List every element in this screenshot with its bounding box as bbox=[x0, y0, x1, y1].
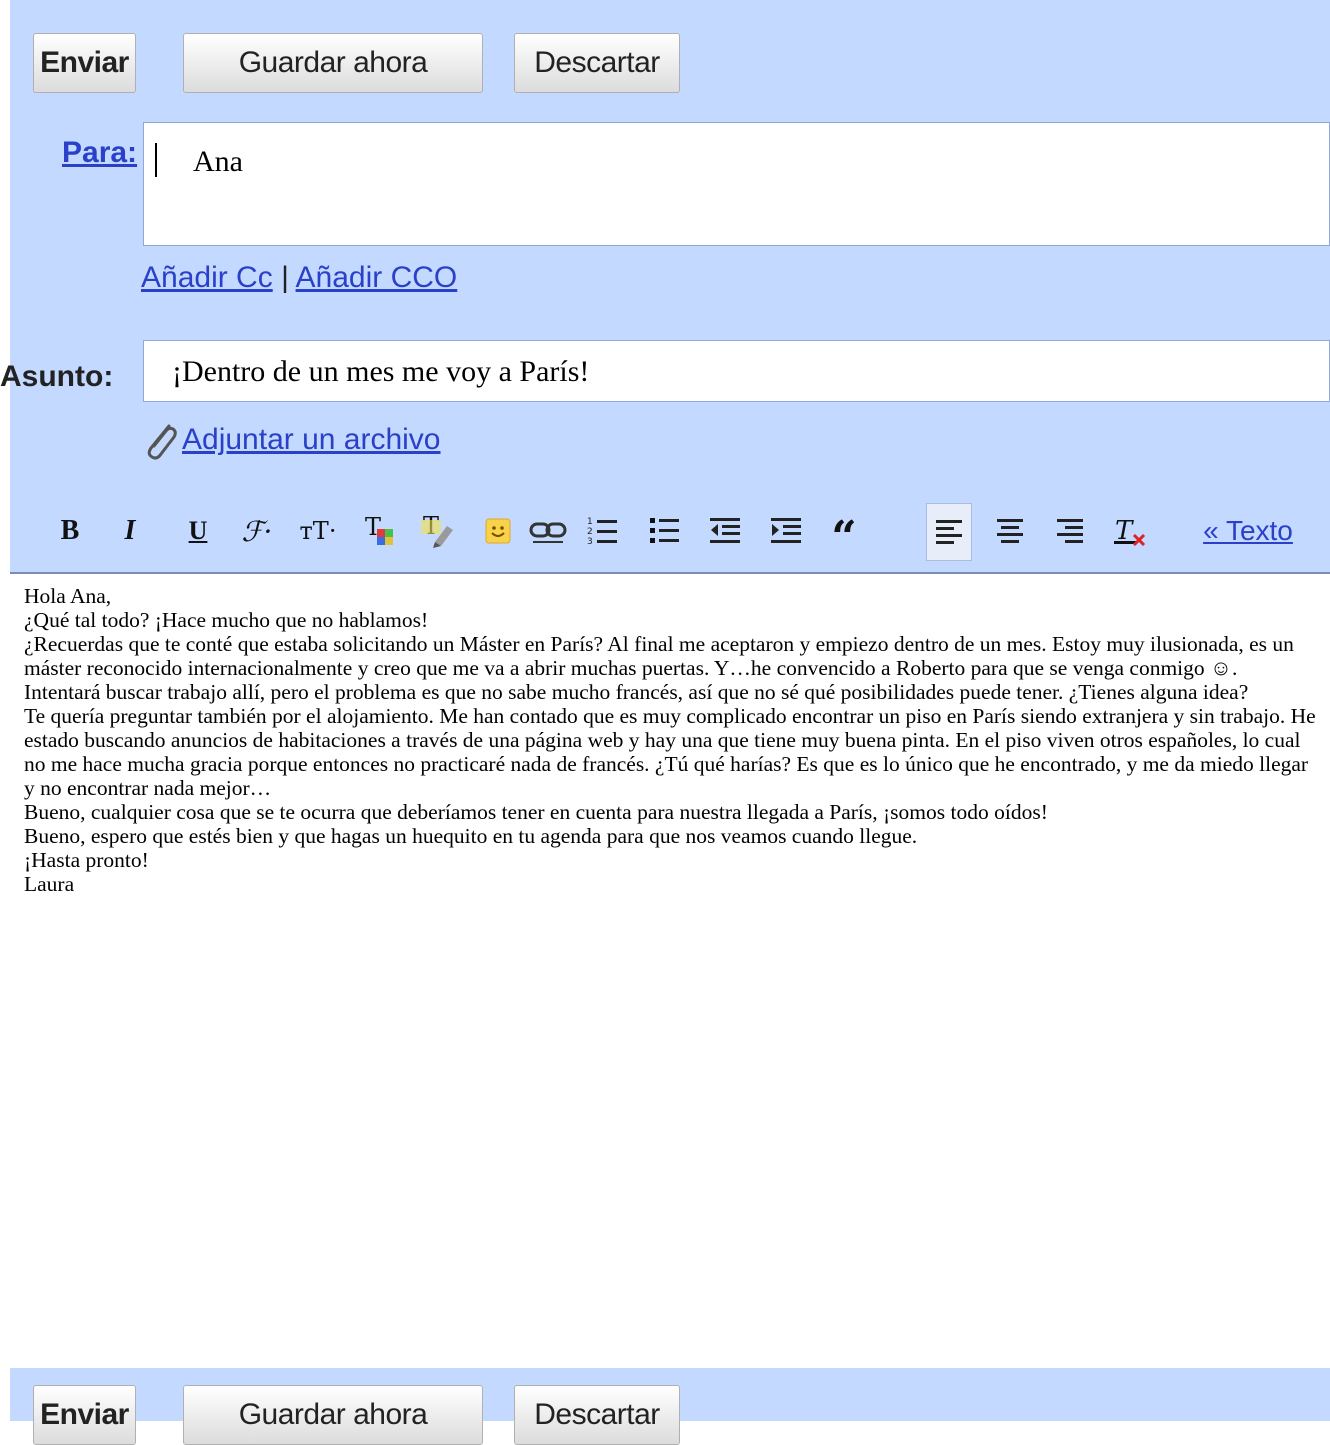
attach-row[interactable]: Adjuntar un archivo bbox=[141, 418, 441, 462]
subject-label: Asunto: bbox=[0, 360, 114, 393]
italic-icon[interactable]: I bbox=[113, 508, 147, 554]
cc-links: Añadir Cc | Añadir CCO bbox=[141, 261, 457, 295]
send-button-bottom[interactable]: Enviar bbox=[33, 1385, 136, 1445]
bulleted-list-icon[interactable] bbox=[647, 508, 683, 554]
quote-icon[interactable]: “ bbox=[826, 508, 862, 560]
text-cursor bbox=[155, 143, 157, 177]
compose-panel: Enviar Guardar ahora Descartar Para: Ana… bbox=[0, 0, 1330, 1445]
text-color-icon[interactable]: T bbox=[362, 508, 398, 554]
quote-glyph: “ bbox=[831, 512, 857, 563]
save-now-button-bottom[interactable]: Guardar ahora bbox=[183, 1385, 483, 1445]
save-now-button[interactable]: Guardar ahora bbox=[183, 33, 483, 93]
link-icon[interactable] bbox=[528, 508, 568, 554]
svg-text:3: 3 bbox=[587, 537, 593, 547]
indent-less-icon[interactable] bbox=[707, 508, 743, 554]
discard-button-bottom[interactable]: Descartar bbox=[514, 1385, 680, 1445]
font-icon[interactable]: ℱ· bbox=[233, 508, 281, 554]
plain-text-link[interactable]: « Texto bbox=[1192, 508, 1304, 554]
bold-glyph: B bbox=[60, 515, 80, 546]
italic-glyph: I bbox=[124, 515, 136, 546]
indent-more-icon[interactable] bbox=[768, 508, 804, 554]
add-bcc-link[interactable]: Añadir CCO bbox=[296, 261, 458, 294]
plain-text-link-label: « Texto bbox=[1203, 515, 1293, 546]
font-size-icon[interactable]: тТ· bbox=[292, 508, 344, 554]
body-line: ¡Hasta pronto! bbox=[24, 848, 149, 872]
highlight-color-icon[interactable]: T bbox=[420, 508, 458, 554]
message-body[interactable]: Hola Ana, ¿Qué tal todo? ¡Hace mucho que… bbox=[10, 572, 1330, 1368]
body-line: Hola Ana, bbox=[24, 584, 112, 608]
underline-icon[interactable]: U bbox=[183, 508, 213, 554]
underline-glyph: U bbox=[188, 516, 208, 545]
font-glyph: ℱ· bbox=[241, 514, 273, 548]
subject-field[interactable]: ¡Dentro de un mes me voy a París! bbox=[143, 340, 1330, 402]
body-line: Te quería preguntar también por el aloja… bbox=[24, 704, 1316, 800]
attach-file-link[interactable]: Adjuntar un archivo bbox=[182, 423, 441, 457]
align-right-icon[interactable] bbox=[1052, 508, 1088, 554]
body-line: ¿Recuerdas que te conté que estaba solic… bbox=[24, 632, 1294, 704]
body-line: ¿Qué tal todo? ¡Hace mucho que no hablam… bbox=[24, 608, 429, 632]
paperclip-icon bbox=[141, 418, 179, 462]
numbered-list-icon[interactable]: 1 2 3 bbox=[585, 508, 621, 554]
send-button[interactable]: Enviar bbox=[33, 33, 136, 93]
to-field[interactable]: Ana bbox=[143, 122, 1330, 246]
cc-separator: | bbox=[281, 261, 289, 294]
remove-formatting-icon[interactable]: T bbox=[1110, 508, 1150, 554]
font-size-glyph: тТ· bbox=[299, 517, 337, 545]
body-line: Bueno, espero que estés bien y que hagas… bbox=[24, 824, 918, 848]
body-line: Bueno, cualquier cosa que se te ocurra q… bbox=[24, 800, 1048, 824]
subject-field-value: ¡Dentro de un mes me voy a París! bbox=[172, 355, 590, 388]
to-label-link[interactable]: Para: bbox=[62, 136, 137, 170]
bold-icon[interactable]: B bbox=[53, 508, 87, 554]
discard-button[interactable]: Descartar bbox=[514, 33, 680, 93]
align-left-icon[interactable] bbox=[926, 503, 972, 561]
body-line: Laura bbox=[24, 872, 75, 896]
add-cc-link[interactable]: Añadir Cc bbox=[141, 261, 273, 294]
to-field-value: Ana bbox=[193, 145, 243, 178]
emoticon-icon[interactable] bbox=[483, 508, 513, 554]
svg-text:2: 2 bbox=[587, 527, 593, 537]
svg-text:1: 1 bbox=[587, 517, 593, 527]
align-center-icon[interactable] bbox=[992, 508, 1028, 554]
